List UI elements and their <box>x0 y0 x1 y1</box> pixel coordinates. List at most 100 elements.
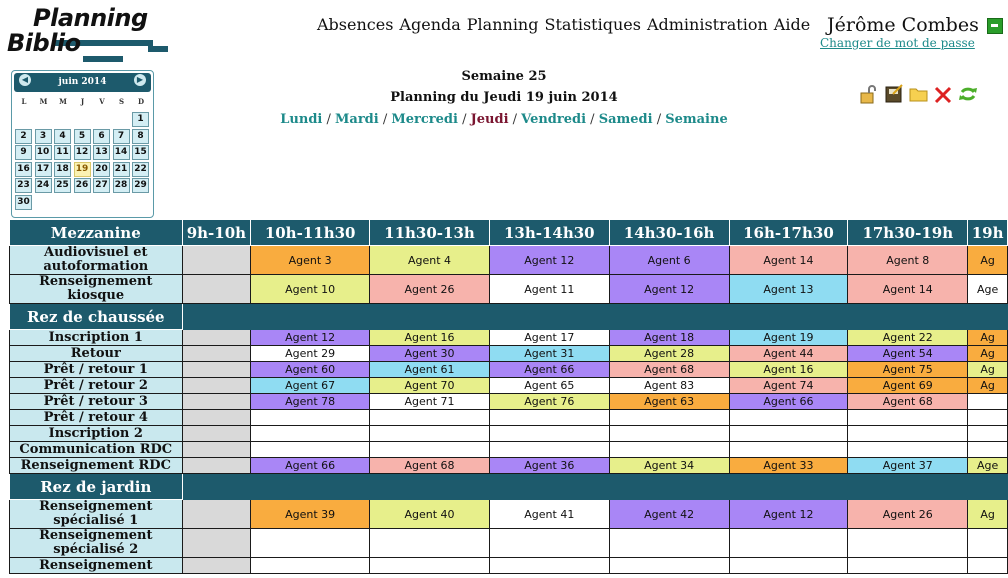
agent-cell[interactable]: Agent 4 <box>369 245 490 275</box>
calendar-day[interactable]: 18 <box>54 161 71 177</box>
calendar-day[interactable]: 12 <box>73 145 91 161</box>
agent-cell[interactable]: Agent 12 <box>608 274 730 304</box>
agent-cell[interactable]: Agent 61 <box>369 361 490 378</box>
agent-cell[interactable]: Agent 10 <box>250 274 371 304</box>
menu-statistiques[interactable]: Statistiques <box>544 15 640 34</box>
agent-cell[interactable] <box>488 557 610 574</box>
agent-cell[interactable]: Agent 63 <box>608 393 730 410</box>
agent-cell[interactable]: Agent 3 <box>250 245 371 275</box>
agent-cell[interactable] <box>847 409 969 426</box>
agent-cell[interactable]: Age <box>967 457 1008 474</box>
agent-cell[interactable]: Agent 14 <box>847 274 969 304</box>
day-link-semaine[interactable]: Semaine <box>665 112 728 127</box>
agent-cell[interactable]: Agent 14 <box>728 245 849 275</box>
agent-cell[interactable]: Agent 68 <box>608 361 730 378</box>
calendar-day[interactable]: 23 <box>15 178 32 194</box>
unlock-icon[interactable] <box>858 84 878 104</box>
calendar-day[interactable]: 10 <box>34 145 52 161</box>
menu-aide[interactable]: Aide <box>774 15 810 34</box>
agent-cell[interactable]: Agent 76 <box>488 393 610 410</box>
agent-cell[interactable] <box>608 425 730 442</box>
agent-cell[interactable]: Agent 40 <box>369 499 490 529</box>
agent-cell[interactable]: Agent 41 <box>488 499 610 529</box>
agent-cell[interactable] <box>608 441 730 458</box>
agent-cell[interactable]: Agent 75 <box>847 361 969 378</box>
agent-cell[interactable]: Agent 28 <box>608 345 730 362</box>
menu-administration[interactable]: Administration <box>647 15 768 34</box>
day-link-mardi[interactable]: Mardi <box>335 112 379 127</box>
agent-cell[interactable]: Agent 13 <box>728 274 849 304</box>
agent-cell[interactable] <box>608 409 730 426</box>
day-link-mercredi[interactable]: Mercredi <box>391 112 458 127</box>
agent-cell[interactable] <box>488 425 610 442</box>
calendar-day[interactable]: 13 <box>93 145 110 161</box>
agent-cell[interactable] <box>847 441 969 458</box>
calendar-day[interactable]: 15 <box>132 145 149 161</box>
agent-cell[interactable]: Agent 16 <box>369 329 490 346</box>
agent-cell[interactable]: Agent 67 <box>250 377 371 394</box>
agent-cell[interactable]: Ag <box>967 361 1008 378</box>
calendar-day[interactable]: 20 <box>93 161 110 177</box>
calendar-day[interactable]: 22 <box>132 161 149 177</box>
agent-cell[interactable] <box>488 528 610 558</box>
calendar-day[interactable]: 4 <box>54 128 71 144</box>
agent-cell[interactable] <box>369 425 490 442</box>
logout-icon[interactable] <box>987 18 1003 34</box>
agent-cell[interactable]: Agent 12 <box>250 329 371 346</box>
agent-cell[interactable]: Agent 8 <box>847 245 969 275</box>
agent-cell[interactable]: Agent 17 <box>488 329 610 346</box>
agent-cell[interactable] <box>967 409 1008 426</box>
agent-cell[interactable]: Agent 66 <box>728 393 849 410</box>
calendar-day[interactable]: 21 <box>112 161 130 177</box>
calendar-day[interactable]: 16 <box>15 161 32 177</box>
save-icon[interactable] <box>884 84 904 104</box>
agent-cell[interactable] <box>369 441 490 458</box>
agent-cell[interactable]: Ag <box>967 245 1008 275</box>
agent-cell[interactable] <box>250 557 371 574</box>
calendar-day[interactable]: 29 <box>132 178 149 194</box>
agent-cell[interactable]: Agent 74 <box>728 377 849 394</box>
agent-cell[interactable]: Agent 70 <box>369 377 490 394</box>
agent-cell[interactable] <box>967 425 1008 442</box>
agent-cell[interactable]: Ag <box>967 377 1008 394</box>
folder-icon[interactable] <box>909 84 929 104</box>
agent-cell[interactable] <box>250 425 371 442</box>
agent-cell[interactable]: Agent 31 <box>488 345 610 362</box>
calendar-day[interactable]: 30 <box>15 195 32 210</box>
agent-cell[interactable]: Agent 26 <box>369 274 490 304</box>
agent-cell[interactable] <box>369 409 490 426</box>
calendar-day[interactable]: 11 <box>54 145 71 161</box>
agent-cell[interactable]: Agent 44 <box>728 345 849 362</box>
menu-absences[interactable]: Absences <box>317 15 393 34</box>
agent-cell[interactable]: Agent 39 <box>250 499 371 529</box>
day-link-jeudi[interactable]: Jeudi <box>471 112 509 127</box>
agent-cell[interactable]: Agent 18 <box>608 329 730 346</box>
agent-cell[interactable] <box>369 557 490 574</box>
agent-cell[interactable]: Agent 12 <box>728 499 849 529</box>
agent-cell[interactable] <box>728 441 849 458</box>
agent-cell[interactable]: Agent 65 <box>488 377 610 394</box>
agent-cell[interactable] <box>250 409 371 426</box>
change-password-link[interactable]: Changer de mot de passe <box>820 36 975 50</box>
agent-cell[interactable] <box>608 557 730 574</box>
calendar-day[interactable]: 25 <box>54 178 71 194</box>
calendar-day-selected[interactable]: 19 <box>73 161 91 177</box>
agent-cell[interactable]: Agent 42 <box>608 499 730 529</box>
calendar-day[interactable]: 24 <box>34 178 52 194</box>
app-logo[interactable]: Planning Biblio <box>5 4 168 62</box>
agent-cell[interactable]: Ag <box>967 329 1008 346</box>
agent-cell[interactable] <box>967 441 1008 458</box>
agent-cell[interactable] <box>488 441 610 458</box>
agent-cell[interactable]: Agent 68 <box>369 457 490 474</box>
agent-cell[interactable] <box>847 557 969 574</box>
agent-cell[interactable]: Agent 66 <box>250 457 371 474</box>
agent-cell[interactable] <box>250 441 371 458</box>
agent-cell[interactable] <box>847 425 969 442</box>
calendar-day[interactable]: 9 <box>15 145 32 161</box>
agent-cell[interactable] <box>967 557 1008 574</box>
calendar-day[interactable]: 6 <box>93 128 110 144</box>
calendar-day[interactable]: 2 <box>15 128 32 144</box>
agent-cell[interactable]: Agent 16 <box>728 361 849 378</box>
agent-cell[interactable] <box>728 557 849 574</box>
day-link-samedi[interactable]: Samedi <box>599 112 653 127</box>
